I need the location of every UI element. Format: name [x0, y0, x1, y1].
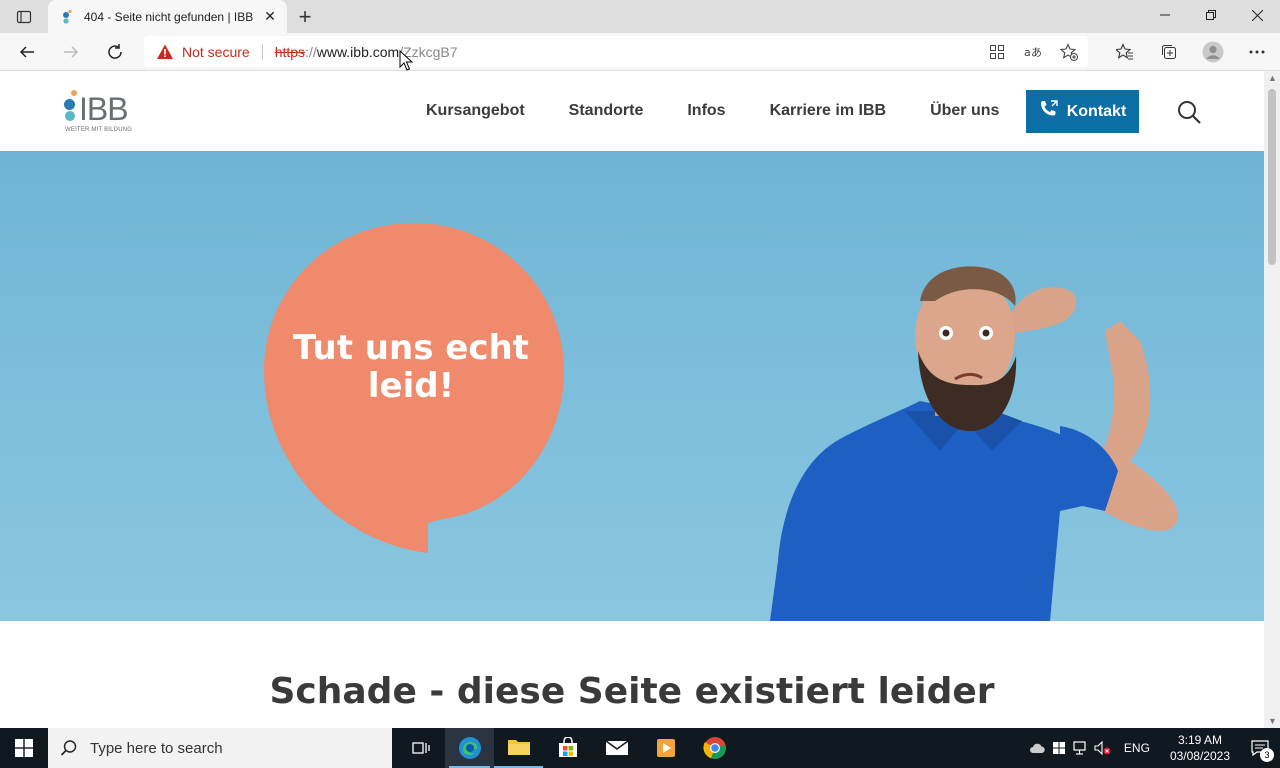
logo-dot-orange: [71, 90, 77, 96]
profile-icon[interactable]: [1198, 37, 1228, 67]
phone-icon: [1039, 100, 1059, 123]
tab-strip: 404 - Seite nicht gefunden | IBB ✕ +: [0, 0, 1280, 33]
more-icon[interactable]: [1242, 37, 1272, 67]
logo-text: IBB: [79, 91, 129, 127]
ibb-favicon-icon: [60, 9, 76, 25]
hero-banner: Tut uns echt leid!: [0, 151, 1264, 621]
logo-dot-blue: [64, 99, 75, 110]
clock-date: 03/08/2023: [1169, 749, 1230, 763]
ibb-logo[interactable]: IBB WEITER MIT BILDUNG: [62, 87, 142, 137]
address-divider: [261, 43, 263, 60]
nav-standorte[interactable]: Standorte: [547, 102, 666, 120]
url-scheme: https: [274, 43, 306, 60]
scroll-down-icon[interactable]: ▼: [1268, 716, 1277, 726]
logo-dot-teal: [65, 111, 75, 121]
notification-center-button[interactable]: 3: [1240, 728, 1280, 768]
main-nav: Kursangebot Standorte Infos Karriere im …: [404, 71, 1021, 151]
apps-grid-icon[interactable]: [986, 41, 1008, 63]
windows-taskbar: Type here to search ENG 3:19 AM 03/08/20…: [0, 728, 1280, 768]
media-player-icon[interactable]: [641, 728, 690, 768]
svg-text:あ: あ: [1031, 46, 1042, 59]
forward-arrow-icon[interactable]: [56, 37, 86, 67]
input-language[interactable]: ENG: [1114, 741, 1160, 755]
url-scheme-separator: ://: [305, 43, 317, 60]
nav-infos[interactable]: Infos: [665, 102, 747, 120]
tab-close-icon[interactable]: ✕: [261, 8, 279, 26]
edge-taskbar-icon[interactable]: [445, 728, 494, 768]
network-icon[interactable]: [1070, 728, 1092, 768]
back-arrow-icon[interactable]: [12, 37, 42, 67]
reload-icon[interactable]: [100, 37, 130, 67]
clock-time: 3:19 AM: [1177, 733, 1222, 747]
collections-icon[interactable]: [1154, 37, 1184, 67]
read-aloud-icon[interactable]: aあ: [1022, 41, 1044, 63]
search-icon[interactable]: [1176, 99, 1202, 125]
nav-karriere[interactable]: Karriere im IBB: [748, 102, 909, 120]
chrome-icon[interactable]: [690, 728, 739, 768]
scroll-up-icon[interactable]: ▲: [1268, 73, 1277, 83]
contact-button[interactable]: Kontakt: [1026, 90, 1139, 133]
tab-title: 404 - Seite nicht gefunden | IBB: [84, 9, 254, 24]
store-icon[interactable]: [543, 728, 592, 768]
browser-tab-active[interactable]: 404 - Seite nicht gefunden | IBB ✕: [48, 0, 287, 33]
page-viewport: IBB WEITER MIT BILDUNG Kursangebot Stand…: [0, 71, 1264, 728]
confused-man-illustration-icon: [770, 266, 1179, 621]
minimize-button[interactable]: [1142, 0, 1188, 30]
nav-ueber-uns[interactable]: Über uns: [908, 102, 1021, 120]
start-button[interactable]: [0, 728, 48, 768]
volume-muted-icon[interactable]: [1092, 728, 1114, 768]
bubble-line-2: leid!: [367, 366, 455, 406]
url-host: www.ibb.com: [316, 43, 400, 60]
windows-logo-icon: [15, 739, 33, 757]
task-view-icon[interactable]: [396, 728, 445, 768]
favorites-icon[interactable]: [1110, 37, 1140, 67]
taskbar-clock[interactable]: 3:19 AM 03/08/2023: [1160, 732, 1240, 764]
scroll-thumb[interactable]: [1268, 89, 1276, 265]
restore-button[interactable]: [1188, 0, 1234, 30]
svg-text:a: a: [1024, 46, 1031, 59]
warning-icon[interactable]: [156, 43, 174, 61]
new-tab-button[interactable]: +: [292, 4, 318, 30]
contact-label: Kontakt: [1066, 102, 1127, 120]
page-scrollbar[interactable]: ▲ ▼: [1264, 71, 1280, 728]
address-bar[interactable]: Not secure https :// www.ibb.com /ZzkcgB…: [144, 36, 1088, 67]
logo-tagline: WEITER MIT BILDUNG: [65, 127, 133, 133]
mouse-cursor-icon: [399, 50, 413, 71]
taskbar-search-box[interactable]: Type here to search: [48, 728, 392, 768]
taskbar-search-icon: [60, 740, 77, 756]
bubble-text: Tut uns echt leid!: [264, 329, 558, 405]
tab-actions-icon[interactable]: [10, 6, 38, 28]
browser-toolbar: Not secure https :// www.ibb.com /ZzkcgB…: [0, 33, 1280, 71]
notification-badge: 3: [1260, 748, 1274, 762]
taskbar-search-placeholder: Type here to search: [90, 739, 223, 757]
bubble-line-1: Tut uns echt: [293, 328, 529, 368]
weather-cloud-icon[interactable]: [1026, 728, 1048, 768]
security-shield-icon[interactable]: [1048, 728, 1070, 768]
page-headline: Schade - diese Seite existiert leider: [269, 671, 995, 712]
file-explorer-icon[interactable]: [494, 728, 543, 768]
not-secure-label[interactable]: Not secure: [182, 44, 250, 60]
site-header: IBB WEITER MIT BILDUNG Kursangebot Stand…: [0, 71, 1264, 151]
nav-kursangebot[interactable]: Kursangebot: [404, 102, 547, 120]
mail-icon[interactable]: [592, 728, 641, 768]
add-favorite-icon[interactable]: [1058, 41, 1080, 63]
close-window-button[interactable]: [1234, 0, 1280, 30]
